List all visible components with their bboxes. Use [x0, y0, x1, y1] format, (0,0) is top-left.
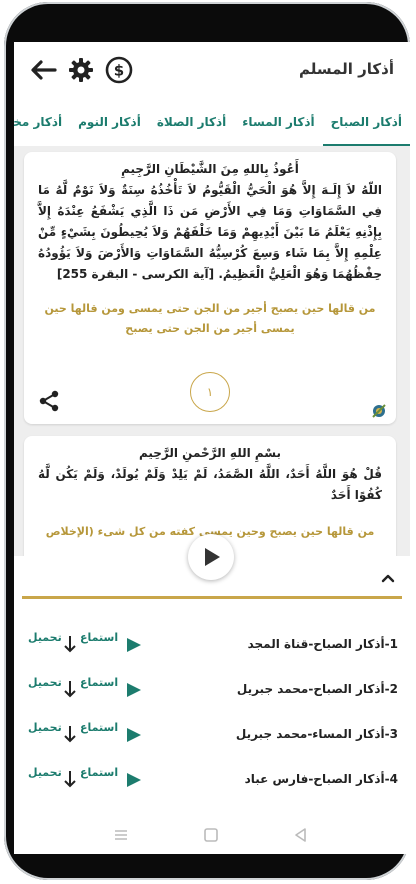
- dhikr-text: اللّهُ لاَ إِلَـهَ إِلاَّ هُوَ الْحَيُّ …: [38, 183, 382, 281]
- arrow-left-icon: [31, 60, 57, 80]
- track-row: 4-أذكار الصباح-فارس عباد استماع تحميل: [14, 764, 410, 796]
- chevron-up-icon: [381, 574, 395, 583]
- tab-morning[interactable]: أذكار الصباح: [322, 102, 410, 146]
- download-button[interactable]: تحميل: [28, 631, 62, 644]
- download-button[interactable]: تحميل: [28, 721, 62, 734]
- ornament-icon: [370, 402, 388, 420]
- play-icon: [127, 773, 141, 787]
- menu-lines-icon: [115, 830, 127, 840]
- track-play-button[interactable]: [126, 772, 142, 788]
- home-button[interactable]: [202, 826, 220, 844]
- svg-text:$: $: [114, 62, 124, 80]
- track-title: 3-أذكار المساء-محمد جبريل: [235, 727, 398, 741]
- tab-selected[interactable]: أذكار مختارة: [14, 102, 70, 146]
- download-button[interactable]: تحميل: [28, 766, 62, 779]
- track-row: 2-أذكار الصباح-محمد جبريل استماع تحميل: [14, 674, 410, 706]
- dollar-circle-icon: $: [105, 56, 133, 84]
- track-title: 2-أذكار الصباح-محمد جبريل: [236, 682, 398, 696]
- track-play-button[interactable]: [126, 682, 142, 698]
- phone-frame: أذكار المسلم $ أذكار الصباح أذكار المساء…: [4, 2, 410, 880]
- share-button[interactable]: [38, 390, 60, 412]
- download-button[interactable]: تحميل: [28, 676, 62, 689]
- listen-button[interactable]: استماع: [80, 721, 118, 734]
- track-row: 1-أذكار الصباح-قناة المجد استماع تحميل: [14, 629, 410, 661]
- system-nav-bar: [14, 818, 410, 854]
- play-icon: [127, 728, 141, 742]
- tab-sleep[interactable]: أذكار النوم: [70, 102, 149, 146]
- divider: [22, 596, 402, 599]
- download-arrow-icon: [64, 680, 76, 698]
- app-bar: أذكار المسلم $: [14, 42, 410, 102]
- tab-evening[interactable]: أذكار المساء: [234, 102, 322, 146]
- track-play-button[interactable]: [126, 727, 142, 743]
- dhikr-text: قُلْ هُوَ اللَّهُ أَحَدٌ، اللَّهُ الصَّم…: [38, 467, 382, 502]
- play-button[interactable]: [188, 534, 234, 580]
- recents-button[interactable]: [112, 826, 130, 844]
- share-icon: [39, 390, 59, 412]
- play-icon: [127, 683, 141, 697]
- collapse-button[interactable]: [380, 570, 396, 586]
- dhikr-list[interactable]: أَعُوذُ بِاللهِ مِنَ الشَّيْطَانِ الرَّج…: [14, 146, 410, 556]
- tab-bar: أذكار الصباح أذكار المساء أذكار الصلاة أ…: [14, 102, 410, 147]
- back-button[interactable]: [28, 55, 58, 85]
- track-play-button[interactable]: [126, 637, 142, 653]
- card-heading: أَعُوذُ بِاللهِ مِنَ الشَّيْطَانِ الرَّج…: [121, 162, 299, 176]
- app-screen: أذكار المسلم $ أذكار الصباح أذكار المساء…: [14, 42, 410, 854]
- download-arrow-icon: [64, 725, 76, 743]
- back-nav-button[interactable]: [292, 826, 310, 844]
- download-arrow-icon: [64, 635, 76, 653]
- tab-prayer[interactable]: أذكار الصلاة: [149, 102, 234, 146]
- listen-button[interactable]: استماع: [80, 766, 118, 779]
- listen-button[interactable]: استماع: [80, 676, 118, 689]
- dhikr-virtue: من قالها حين يصبح أجير من الجن حتى يمسى …: [44, 302, 376, 335]
- home-square-icon: [204, 828, 218, 842]
- back-triangle-icon: [295, 828, 306, 842]
- play-icon: [127, 638, 141, 652]
- card-heading: بسْمِ اللهِ الرَّحْمنِ الرَّحِيم: [138, 446, 282, 460]
- repeat-counter-button[interactable]: ١: [190, 372, 230, 412]
- track-title: 4-أذكار الصباح-فارس عباد: [244, 772, 398, 786]
- listen-button[interactable]: استماع: [80, 631, 118, 644]
- gear-icon: [69, 58, 93, 82]
- app-title: أذكار المسلم: [298, 60, 394, 78]
- play-icon: [205, 548, 220, 566]
- track-title: 1-أذكار الصباح-قناة المجد: [247, 637, 398, 651]
- donate-button[interactable]: $: [104, 55, 134, 85]
- audio-player-panel: 1-أذكار الصباح-قناة المجد استماع تحميل 2…: [14, 534, 410, 854]
- settings-button[interactable]: [66, 55, 96, 85]
- dhikr-card: أَعُوذُ بِاللهِ مِنَ الشَّيْطَانِ الرَّج…: [24, 152, 396, 424]
- toolbar-actions: $: [28, 55, 134, 85]
- download-arrow-icon: [64, 770, 76, 788]
- track-row: 3-أذكار المساء-محمد جبريل استماع تحميل: [14, 719, 410, 751]
